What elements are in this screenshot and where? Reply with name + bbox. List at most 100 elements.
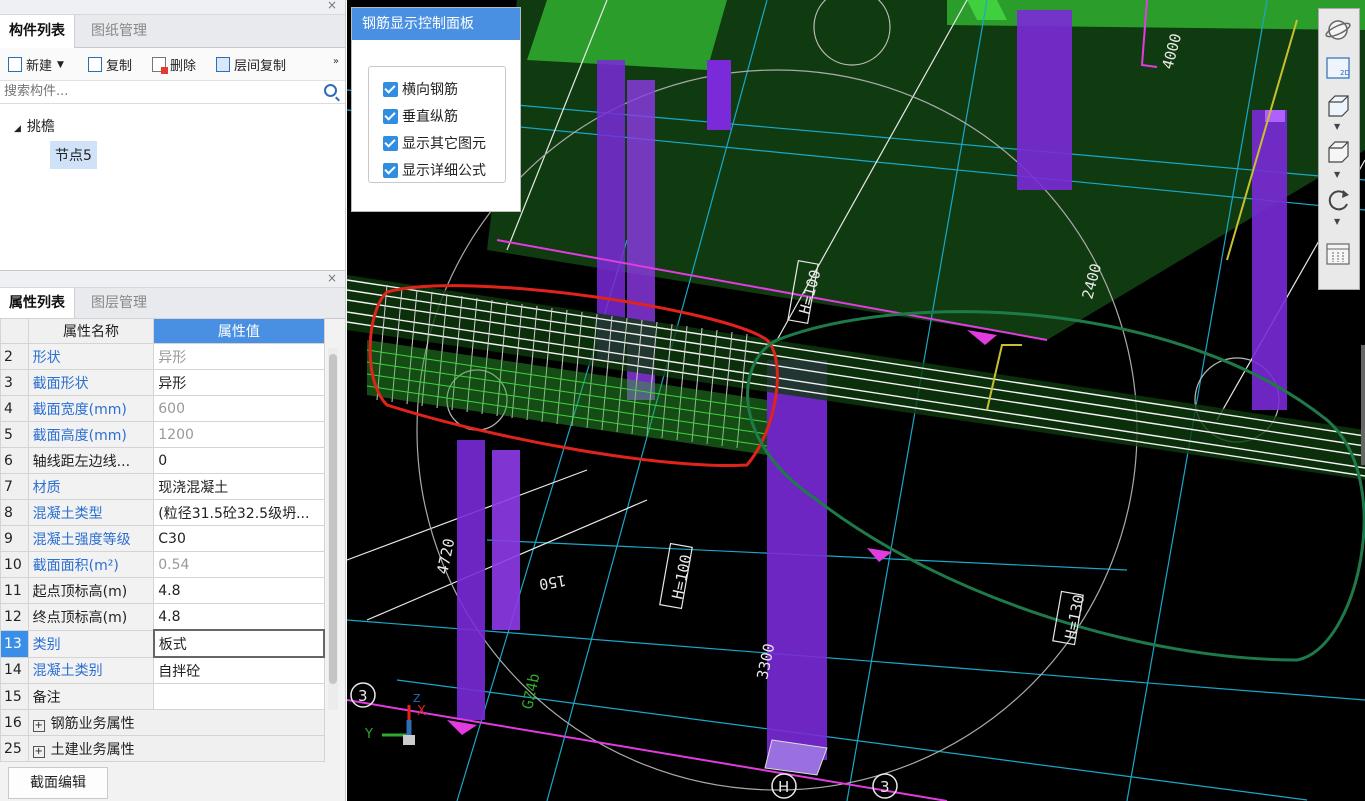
tab-property-list[interactable]: 属性列表 [0, 288, 75, 319]
table-row[interactable]: 12 终点顶标高(m) 4.8 [0, 603, 325, 631]
table-row[interactable]: 9 混凝土强度等级 C30 [0, 525, 325, 552]
table-row[interactable]: 8 混凝土类型 (粒径31.5砼32.5级坍... [0, 499, 325, 526]
dropdown-arrow-icon[interactable]: ▼ [57, 60, 64, 70]
cube-solid-icon[interactable] [1324, 139, 1352, 165]
table-row[interactable]: 7 材质 现浇混凝土 [0, 473, 325, 500]
row-number: 8 [0, 499, 29, 526]
floor-copy-button[interactable]: 层间复制 [216, 55, 286, 74]
property-value[interactable] [153, 683, 325, 710]
rotate-icon[interactable] [1324, 187, 1352, 213]
new-button[interactable]: 新建 ▼ [8, 55, 64, 74]
header-name: 属性名称 [27, 318, 155, 344]
view-3d-cube-icon[interactable] [1324, 93, 1352, 119]
property-name: 截面面积(m²) [27, 551, 155, 578]
table-row-group[interactable]: 16 + 钢筋业务属性 [0, 709, 325, 736]
tree-node-selected[interactable]: 节点5 [50, 141, 97, 169]
tab-layer-management[interactable]: 图层管理 [82, 288, 156, 320]
property-group-name: 土建业务属性 [50, 741, 135, 758]
axis-z-label: Z [413, 692, 421, 705]
close-icon[interactable]: × [327, 0, 337, 12]
expand-plus-icon[interactable]: + [32, 719, 45, 732]
tab-component-list[interactable]: 构件列表 [0, 15, 75, 48]
property-name: 混凝土类型 [27, 499, 155, 526]
property-value[interactable]: 1200 [153, 421, 325, 448]
delete-button-label: 删除 [170, 59, 197, 74]
search-input[interactable] [0, 81, 308, 101]
property-table-header: 属性名称 属性值 [0, 318, 325, 344]
table-row[interactable]: 10 截面面积(m²) 0.54 [0, 551, 325, 578]
dropdown-arrow-icon[interactable]: ▼ [1334, 217, 1340, 226]
toolbar-more-icon[interactable]: » [333, 56, 339, 67]
delete-icon [152, 57, 168, 74]
table-row-group[interactable]: 25 + 土建业务属性 [0, 735, 325, 762]
table-row[interactable]: 3 截面形状 异形 [0, 369, 325, 396]
property-value[interactable]: 现浇混凝土 [153, 473, 325, 500]
search-icon[interactable] [324, 84, 337, 97]
dim-label: 150 [538, 571, 568, 593]
table-row-selected[interactable]: 13 类别 板式 [0, 629, 326, 658]
row-number: 9 [0, 525, 29, 552]
viewport-edge-handle[interactable] [1361, 345, 1365, 465]
checkbox-show-detailed-formula[interactable]: 显示详细公式 [383, 160, 486, 180]
checkbox-transverse-rebar[interactable]: 横向钢筋 [383, 79, 458, 99]
property-name: 混凝土类别 [27, 656, 155, 684]
copy-button[interactable]: 复制 [88, 55, 132, 74]
tab-drawing-management[interactable]: 图纸管理 [82, 15, 156, 47]
property-scrollbar[interactable] [328, 348, 338, 710]
row-number: 25 [0, 735, 29, 762]
property-value[interactable]: C30 [153, 525, 325, 552]
view-2d-label: 2D [1340, 69, 1350, 77]
checkbox-vertical-rebar[interactable]: 垂直纵筋 [383, 106, 458, 126]
floor-copy-button-label: 层间复制 [234, 59, 287, 74]
property-name: 混凝土强度等级 [27, 525, 155, 552]
table-row[interactable]: 14 混凝土类别 自拌砼 [0, 656, 325, 684]
property-value[interactable]: 异形 [153, 343, 325, 370]
property-value[interactable]: 4.8 [153, 603, 325, 631]
table-row[interactable]: 15 备注 [0, 683, 325, 710]
layout-grid-icon[interactable] [1324, 241, 1352, 267]
property-value[interactable]: 0 [153, 447, 325, 474]
table-row[interactable]: 11 起点顶标高(m) 4.8 [0, 577, 325, 604]
close-icon[interactable]: × [327, 271, 337, 285]
property-value[interactable]: 4.8 [153, 577, 325, 604]
delete-button[interactable]: 删除 [152, 55, 196, 74]
component-toolbar: 新建 ▼ 复制 删除 层间复制 » [0, 48, 345, 81]
axis-label: 3 [358, 687, 368, 705]
property-value[interactable]: 0.54 [153, 551, 325, 578]
axis-x-label: X [417, 704, 426, 719]
row-number: 6 [0, 447, 29, 474]
row-number: 12 [0, 603, 29, 631]
component-list-pane: × 构件列表 图纸管理 新建 ▼ 复制 删除 层间复制 » 搜索构件... ◢ … [0, 0, 345, 271]
collapse-triangle-icon[interactable]: ◢ [14, 124, 21, 134]
table-row[interactable]: 2 形状 异形 [0, 343, 325, 370]
property-tabs: 属性列表 图层管理 [0, 288, 345, 319]
expand-plus-icon[interactable]: + [32, 745, 45, 758]
checkbox-checked-icon[interactable] [383, 135, 398, 151]
checkbox-checked-icon[interactable] [383, 81, 398, 97]
property-value[interactable]: (粒径31.5砼32.5级坍... [153, 499, 325, 526]
table-row[interactable]: 6 轴线距左边线... 0 [0, 447, 325, 474]
view-2d-icon[interactable]: 2D [1324, 55, 1352, 81]
checkbox-label: 显示其它图元 [402, 136, 486, 152]
row-number: 3 [0, 369, 29, 396]
property-value[interactable]: 600 [153, 395, 325, 422]
table-row[interactable]: 5 截面高度(mm) 1200 [0, 421, 325, 448]
checkbox-checked-icon[interactable] [383, 108, 398, 124]
property-value-editor[interactable]: 板式 [152, 629, 326, 658]
checkbox-show-other-elements[interactable]: 显示其它图元 [383, 133, 486, 153]
table-row[interactable]: 4 截面宽度(mm) 600 [0, 395, 325, 422]
tree-node-root[interactable]: ◢ 挑檐 [14, 116, 55, 136]
orbit-sphere-icon[interactable] [1324, 17, 1352, 43]
dropdown-arrow-icon[interactable]: ▼ [1334, 122, 1340, 131]
checkbox-checked-icon[interactable] [383, 162, 398, 178]
property-value[interactable]: 异形 [153, 369, 325, 396]
floor-copy-icon [216, 57, 230, 72]
options-group: 横向钢筋 垂直纵筋 显示其它图元 显示详细公式 [368, 66, 506, 183]
section-edit-button[interactable]: 截面编辑 [8, 767, 108, 799]
axis-label: 3 [880, 778, 890, 796]
scrollbar-thumb[interactable] [329, 354, 337, 684]
property-name: 备注 [27, 683, 155, 710]
dropdown-arrow-icon[interactable]: ▼ [1334, 170, 1340, 179]
property-value[interactable]: 自拌砼 [153, 656, 325, 684]
header-value: 属性值 [153, 318, 325, 344]
